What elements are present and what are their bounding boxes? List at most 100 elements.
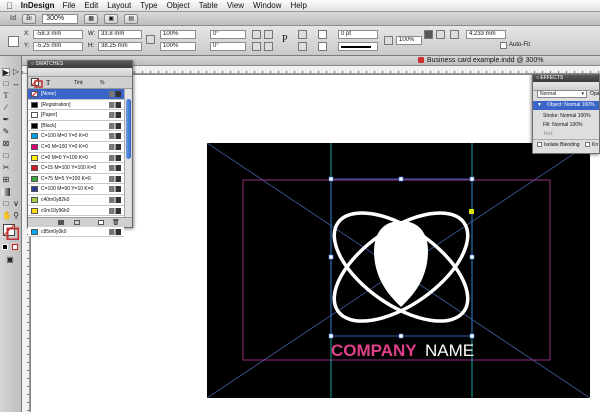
- bridge-button[interactable]: Br: [22, 13, 37, 24]
- new-color-group-icon[interactable]: [74, 220, 80, 225]
- swatches-scrollbar[interactable]: [124, 89, 131, 219]
- arrange-documents-button[interactable]: ▤: [124, 13, 139, 24]
- swatches-scroll-thumb[interactable]: [126, 99, 131, 159]
- direct-selection-tool-icon[interactable]: ▷: [12, 68, 20, 76]
- selection-handle[interactable]: [328, 176, 334, 182]
- scale-x-field[interactable]: 100%: [160, 30, 196, 39]
- swatch-row[interactable]: C=15 M=100 Y=100 K=0: [28, 163, 124, 174]
- selection-handle[interactable]: [469, 333, 475, 339]
- text-formatting-icon[interactable]: T: [46, 79, 50, 87]
- swatch-row[interactable]: C=0 M=0 Y=100 K=0: [28, 152, 124, 164]
- swatch-row[interactable]: [None]: [28, 89, 124, 100]
- menu-window[interactable]: Window: [253, 1, 281, 10]
- isolate-blending-checkbox[interactable]: [537, 142, 542, 148]
- effects-title-bar[interactable]: ○ EFFECTS: [533, 75, 599, 82]
- delete-swatch-icon[interactable]: 🗑: [112, 219, 120, 226]
- x-field[interactable]: -58.3 mm: [33, 30, 83, 39]
- free-transform-tool-icon[interactable]: ⊞: [2, 176, 10, 184]
- effects-text-row[interactable]: Text:: [543, 130, 554, 138]
- menu-layout[interactable]: Layout: [107, 1, 131, 10]
- swatch-fill-stroke-icon[interactable]: [31, 78, 43, 88]
- gap-tool-icon[interactable]: ↔: [12, 80, 20, 88]
- menu-help[interactable]: Help: [291, 1, 307, 10]
- swatches-title-bar[interactable]: ○ SWATCHES: [28, 61, 132, 68]
- fill-stroke-icon[interactable]: [3, 224, 19, 240]
- rotate-field[interactable]: 0°: [210, 30, 246, 39]
- auto-fit-checkbox[interactable]: [500, 42, 507, 49]
- pen-tool-icon[interactable]: ✒: [2, 116, 10, 124]
- eyedropper-tool-icon[interactable]: ∨: [12, 200, 20, 208]
- selection-handle[interactable]: [469, 176, 475, 182]
- note-tool-icon[interactable]: □: [2, 200, 10, 208]
- fill-swatch-icon[interactable]: [318, 30, 327, 39]
- app-menu[interactable]: InDesign: [21, 1, 55, 10]
- menu-file[interactable]: File: [63, 1, 76, 10]
- knockout-group-checkbox[interactable]: [584, 142, 590, 148]
- default-colors-icon[interactable]: [2, 244, 8, 250]
- effects-stroke-row[interactable]: Stroke: Normal 100%: [543, 112, 591, 120]
- fitting-icon[interactable]: [436, 30, 445, 39]
- swatch-row[interactable]: [Black]: [28, 120, 124, 132]
- rotate-90-ccw-icon[interactable]: [264, 30, 273, 39]
- dimension-field[interactable]: 4.233 mm: [466, 30, 506, 39]
- rotate-90-icon[interactable]: [252, 30, 261, 39]
- apple-menu-icon[interactable]: : [6, 1, 13, 11]
- pencil-tool-icon[interactable]: ✎: [2, 128, 10, 136]
- selection-handle[interactable]: [398, 176, 404, 182]
- apply-none-icon[interactable]: [12, 244, 18, 250]
- constrain-proportions-icon[interactable]: [146, 35, 155, 44]
- screen-mode-button[interactable]: ▣: [104, 13, 119, 24]
- show-all-swatches-icon[interactable]: [58, 220, 64, 225]
- hand-tool-icon[interactable]: ✋: [2, 212, 12, 220]
- selection-handle[interactable]: [469, 254, 475, 260]
- effects-fill-row[interactable]: Fill: Normal 100%: [543, 121, 582, 129]
- content-grabber-icon[interactable]: [469, 209, 474, 214]
- menu-view[interactable]: View: [227, 1, 244, 10]
- shear-field[interactable]: 0°: [210, 42, 246, 51]
- name-word[interactable]: NAME: [425, 341, 474, 360]
- page-tool-icon[interactable]: □: [2, 80, 10, 88]
- tint-value[interactable]: %: [100, 80, 104, 86]
- swatch-row[interactable]: C=0 M=100 Y=0 K=0: [28, 141, 124, 153]
- zoom-tool-icon[interactable]: ⚲: [12, 212, 20, 220]
- line-tool-icon[interactable]: ∕: [2, 104, 10, 112]
- menu-table[interactable]: Table: [199, 1, 218, 10]
- width-field[interactable]: 33.8 mm: [98, 30, 142, 39]
- swatch-row[interactable]: C=100 M=0 Y=0 K=0: [28, 131, 124, 142]
- scissors-tool-icon[interactable]: ✂: [2, 164, 10, 172]
- gradient-tool-icon[interactable]: [2, 188, 10, 196]
- opacity-field[interactable]: 100%: [396, 36, 422, 45]
- swatch-row[interactable]: c40m0y82k0: [28, 194, 124, 206]
- business-card-page[interactable]: COMPANY NAME: [207, 143, 590, 398]
- swatch-row[interactable]: C=100 M=90 Y=10 K=0: [28, 184, 124, 195]
- rectangle-frame-tool-icon[interactable]: ⊠: [2, 140, 10, 148]
- y-field[interactable]: -5.25 mm: [33, 42, 83, 51]
- menu-object[interactable]: Object: [167, 1, 190, 10]
- corner-option-icon[interactable]: [450, 30, 459, 39]
- reference-point-icon[interactable]: [8, 36, 19, 47]
- company-word[interactable]: COMPANY: [331, 341, 417, 360]
- scale-y-field[interactable]: 100%: [160, 42, 196, 51]
- selection-handle[interactable]: [328, 254, 334, 260]
- select-content-icon[interactable]: [298, 42, 307, 51]
- normal-view-icon[interactable]: ▣: [6, 256, 14, 264]
- stroke-type-field[interactable]: [338, 42, 378, 51]
- menu-type[interactable]: Type: [140, 1, 157, 10]
- swatch-row[interactable]: C=75 M=5 Y=100 K=0: [28, 173, 124, 185]
- effects-object-row[interactable]: Object: Normal 100%: [533, 101, 599, 110]
- select-container-icon[interactable]: [298, 30, 307, 39]
- zoom-level-field[interactable]: 300%: [42, 13, 79, 24]
- type-tool-icon[interactable]: T: [2, 92, 10, 100]
- flip-horizontal-icon[interactable]: [252, 42, 261, 51]
- blend-mode-select[interactable]: Normal ▾: [537, 90, 587, 98]
- swatch-row[interactable]: c0m10y96k0: [28, 205, 124, 217]
- swatch-row[interactable]: c85m0y0k0: [28, 226, 124, 238]
- flip-vertical-icon[interactable]: [264, 42, 273, 51]
- selection-handle[interactable]: [398, 333, 404, 339]
- disclosure-triangle-icon[interactable]: ▼: [537, 102, 542, 108]
- view-options-button[interactable]: ▦: [84, 13, 99, 24]
- new-swatch-icon[interactable]: [98, 220, 104, 225]
- rectangle-tool-icon[interactable]: □: [2, 152, 10, 160]
- shadow-icon[interactable]: [424, 30, 433, 39]
- selection-tool-icon[interactable]: ▶: [2, 68, 10, 77]
